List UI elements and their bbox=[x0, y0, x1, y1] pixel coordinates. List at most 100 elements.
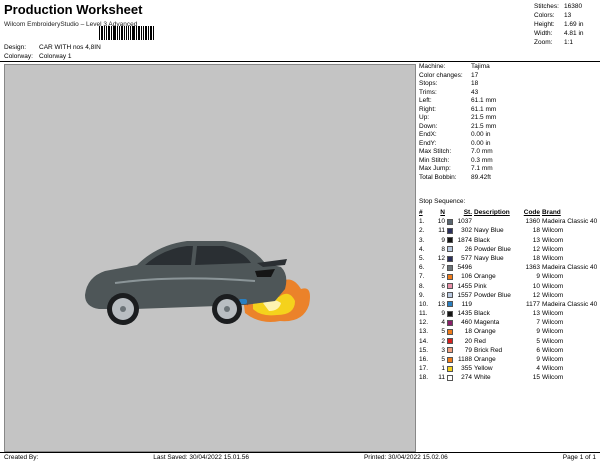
info-key: Max Jump: bbox=[419, 165, 451, 172]
header-divider bbox=[0, 61, 600, 62]
color-swatch bbox=[447, 329, 453, 336]
page-number: Page 1 of 1 bbox=[562, 454, 596, 461]
footer-divider bbox=[0, 452, 600, 453]
info-value: Tajima bbox=[471, 63, 490, 70]
thread-brand: Wilcom bbox=[542, 273, 564, 281]
color-description: Navy Blue bbox=[474, 254, 504, 262]
color-code: 1177 bbox=[526, 300, 540, 308]
stop-row: 17. 1 355 Yellow 4 Wilcom bbox=[419, 364, 597, 373]
info-value: 7.1 mm bbox=[471, 165, 493, 172]
info-row: Trims: 43 bbox=[419, 89, 597, 98]
stop-number: 18. bbox=[419, 374, 429, 382]
info-key: EndY: bbox=[419, 139, 437, 147]
thread-brand: Wilcom bbox=[542, 319, 564, 327]
color-swatch bbox=[447, 246, 453, 253]
stop-row: 7. 5 106 Orange 9 Wilcom bbox=[419, 272, 597, 281]
info-value: 0.3 mm bbox=[471, 156, 493, 164]
stop-number: 2. bbox=[419, 227, 425, 235]
info-row: Min Stitch: 0.3 mm bbox=[419, 157, 597, 166]
color-swatch bbox=[447, 374, 453, 381]
design-preview bbox=[4, 64, 416, 452]
needle-number: 2 bbox=[441, 337, 445, 345]
info-row: Up: 21.5 mm bbox=[419, 114, 597, 123]
info-key: Total Bobbin: bbox=[419, 173, 457, 181]
color-code: 13 bbox=[532, 236, 540, 244]
info-key: Up: bbox=[419, 114, 430, 121]
color-description: Red bbox=[474, 337, 486, 345]
info-row: EndX: 0.00 in bbox=[419, 131, 597, 140]
stop-number: 1. bbox=[419, 218, 425, 226]
info-value: 61.1 mm bbox=[471, 97, 497, 104]
summary-key: Zoom: bbox=[534, 39, 553, 46]
info-key: Min Stitch: bbox=[419, 156, 450, 164]
summary-table: Stitches: 16380 Colors: 13 Height: 1.69 in … bbox=[534, 2, 596, 47]
color-code: 4 bbox=[536, 365, 540, 373]
stop-number: 4. bbox=[419, 245, 425, 253]
color-code: 9 bbox=[536, 356, 540, 363]
needle-number: 11 bbox=[438, 227, 445, 235]
stitch-count: 20 bbox=[464, 337, 472, 345]
thread-brand: Wilcom bbox=[542, 227, 564, 235]
color-code: 1360 bbox=[525, 218, 540, 226]
stop-row: 10. 13 119 1177 Madeira Classic 40 bbox=[419, 300, 597, 309]
thread-brand: Madeira Classic 40 bbox=[542, 218, 597, 226]
color-swatch bbox=[447, 283, 453, 290]
color-description: Brick Red bbox=[474, 346, 503, 354]
info-row: Max Jump: 7.1 mm bbox=[419, 165, 597, 174]
stop-row: 12. 4 460 Magenta 7 Wilcom bbox=[419, 318, 597, 327]
info-row: Stops: 18 bbox=[419, 80, 597, 89]
color-swatch bbox=[447, 310, 453, 317]
stitch-count: 460 bbox=[461, 319, 472, 327]
header-brand: Brand bbox=[542, 209, 561, 216]
summary-key: Stitches: bbox=[534, 3, 559, 10]
thread-brand: Wilcom bbox=[542, 310, 564, 318]
stitch-count: 1557 bbox=[457, 291, 472, 299]
info-value: 7.0 mm bbox=[471, 148, 493, 155]
design-row: Design: CAR WITH nos 4,8IN bbox=[4, 44, 101, 51]
info-value: 21.5 mm bbox=[471, 122, 497, 130]
color-code: 7 bbox=[536, 319, 540, 327]
stop-number: 9. bbox=[419, 291, 425, 299]
stop-row: 15. 3 79 Brick Red 6 Wilcom bbox=[419, 346, 597, 355]
info-row: Right: 61.1 mm bbox=[419, 106, 597, 115]
colorway-row: Colorway: Colorway 1 bbox=[4, 53, 72, 60]
thread-brand: Madeira Classic 40 bbox=[542, 264, 597, 272]
needle-number: 3 bbox=[441, 346, 445, 354]
color-description: Black bbox=[474, 236, 490, 244]
thread-brand: Wilcom bbox=[542, 337, 564, 345]
stop-number: 15. bbox=[419, 346, 429, 354]
info-key: Right: bbox=[419, 105, 436, 113]
color-description: Orange bbox=[474, 356, 496, 363]
stitch-count: 79 bbox=[464, 346, 472, 354]
color-code: 15 bbox=[532, 374, 540, 382]
color-code: 1363 bbox=[525, 264, 540, 272]
header-st: St. bbox=[463, 209, 472, 216]
header-description: Description bbox=[474, 209, 510, 216]
info-value: 89.42ft bbox=[471, 173, 491, 181]
thread-brand: Wilcom bbox=[542, 236, 564, 244]
thread-brand: Wilcom bbox=[542, 356, 564, 363]
needle-number: 13 bbox=[437, 300, 445, 308]
stitch-count: 1435 bbox=[457, 310, 472, 318]
stop-number: 6. bbox=[419, 264, 425, 272]
color-code: 12 bbox=[532, 291, 540, 299]
stop-number: 3. bbox=[419, 236, 425, 244]
needle-number: 8 bbox=[441, 245, 445, 253]
needle-number: 10 bbox=[437, 218, 445, 226]
needle-number: 11 bbox=[438, 374, 445, 382]
stop-number: 5. bbox=[419, 254, 425, 262]
needle-number: 8 bbox=[441, 291, 445, 299]
stitch-count: 106 bbox=[461, 273, 472, 281]
colorway-label: Colorway: bbox=[4, 53, 33, 60]
machine-info-panel: Machine: Tajima Color changes: 17 Stops: 18 Tr… bbox=[419, 63, 597, 182]
colorway-value: Colorway 1 bbox=[39, 53, 72, 60]
printed-date: Printed: 30/04/2022 15.02.06 bbox=[363, 454, 448, 461]
thread-brand: Wilcom bbox=[542, 282, 564, 290]
needle-number: 5 bbox=[441, 328, 445, 336]
color-code: 18 bbox=[532, 254, 540, 262]
color-description: Magenta bbox=[474, 319, 500, 327]
info-row: Machine: Tajima bbox=[419, 63, 597, 72]
info-row: Left: 61.1 mm bbox=[419, 97, 597, 106]
header-code: Code bbox=[523, 209, 540, 216]
color-swatch bbox=[447, 292, 453, 299]
